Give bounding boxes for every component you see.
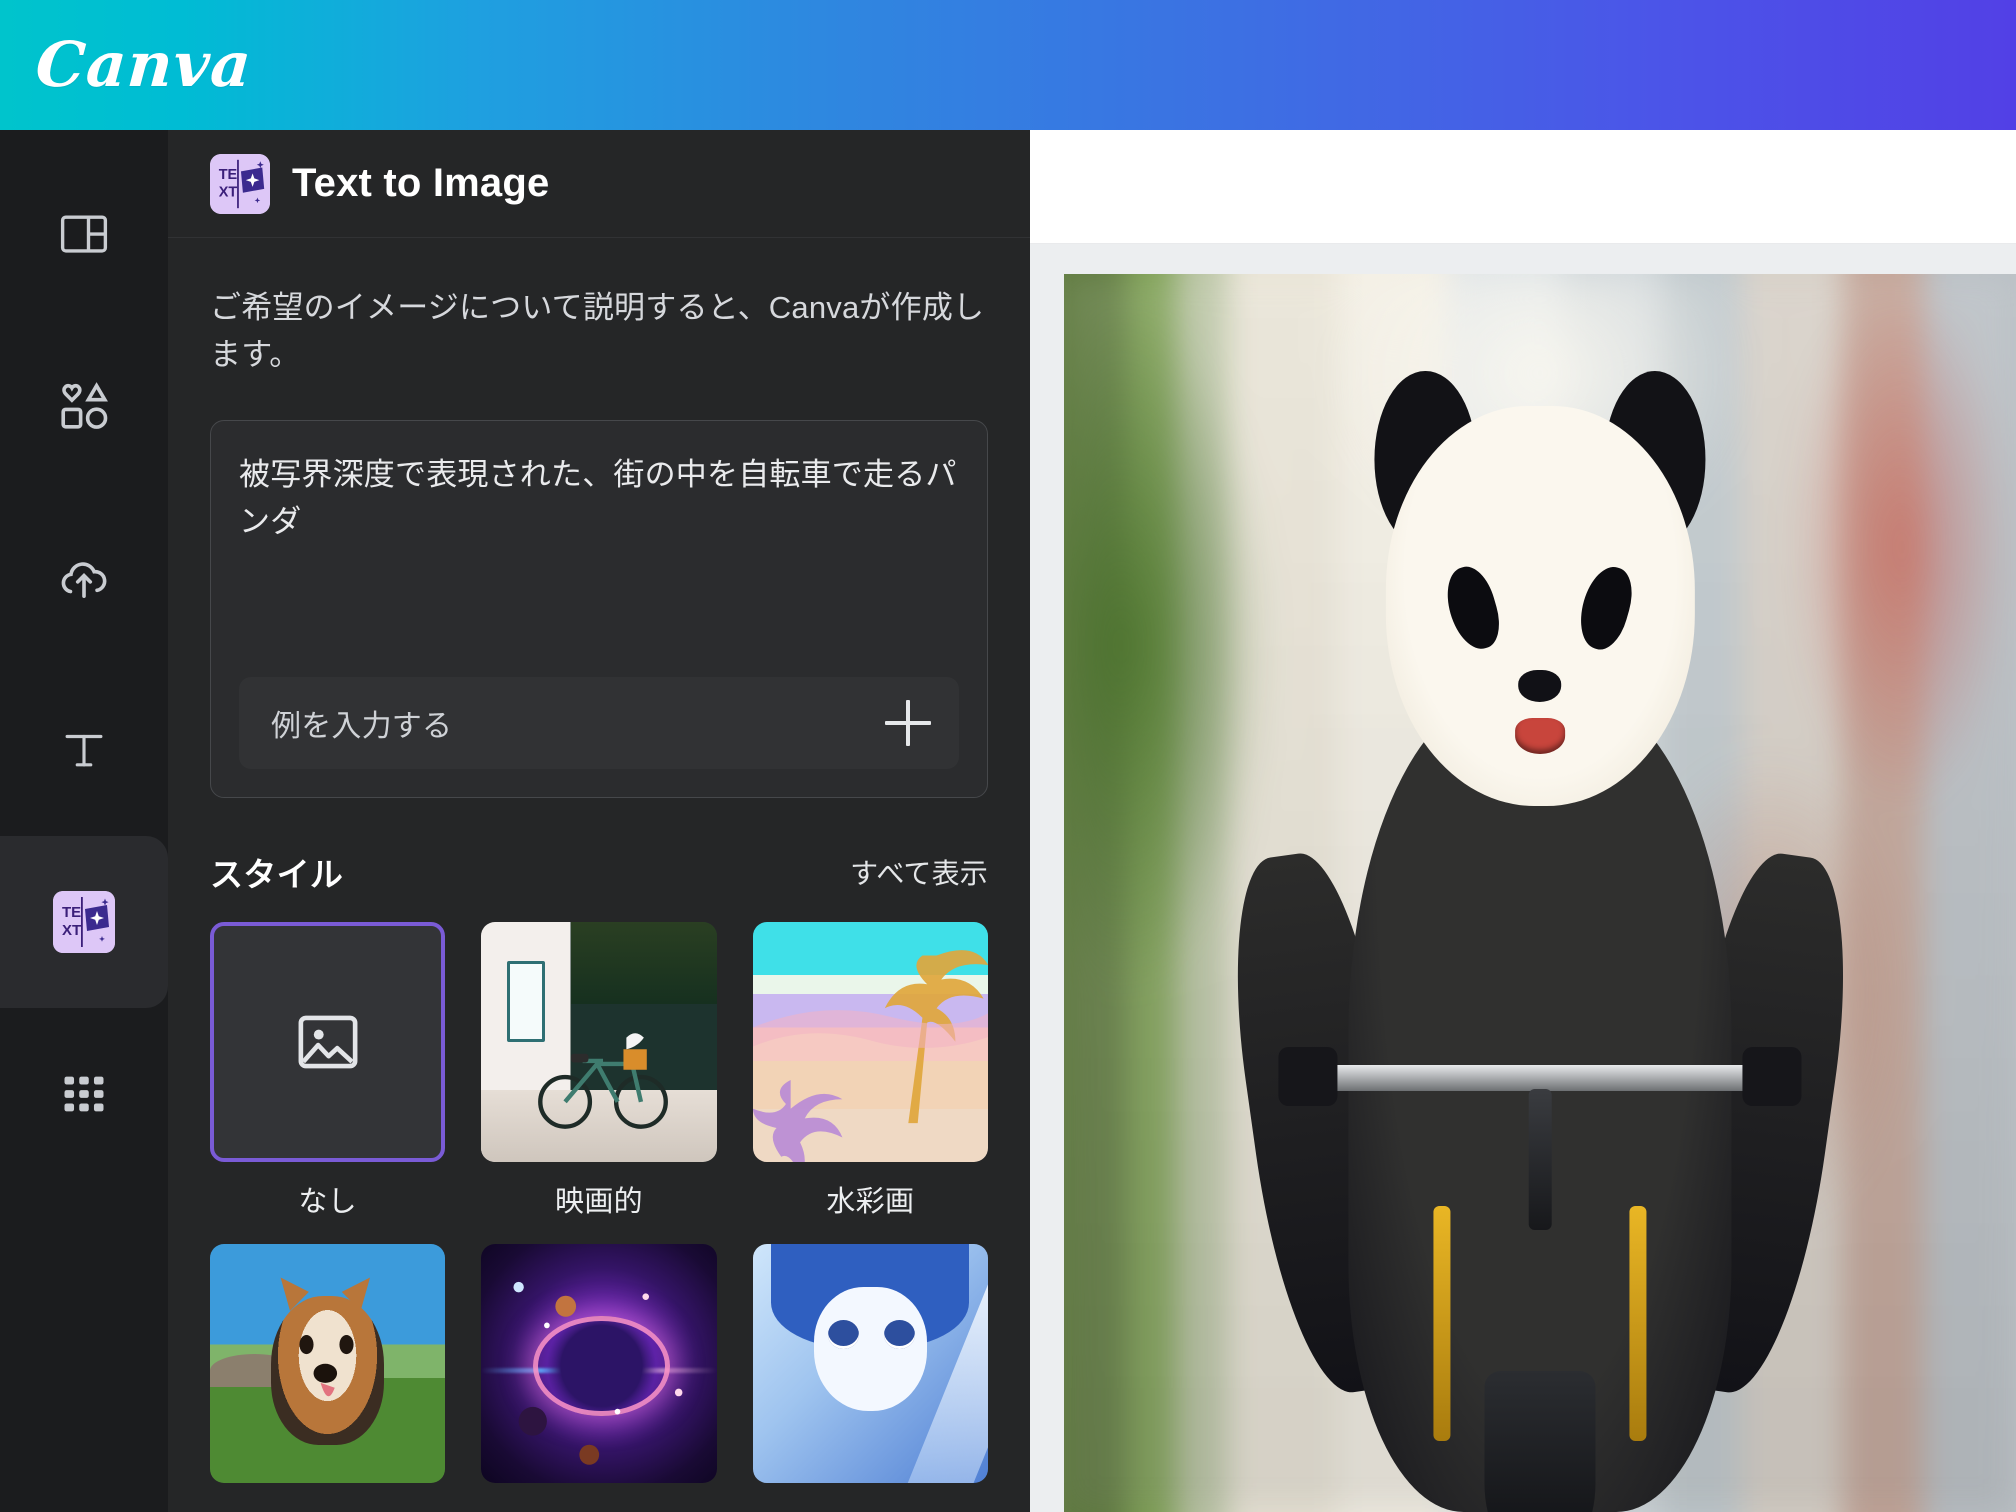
sidebar-item-text-to-image[interactable]: TE XT <box>0 836 168 1008</box>
page-title: Text to Image <box>292 161 550 205</box>
example-input-label: 例を入力する <box>271 710 453 744</box>
style-label: 水彩画 <box>826 1185 915 1218</box>
text-t-icon <box>53 719 115 781</box>
style-thumbnail[interactable] <box>481 1243 717 1484</box>
svg-text:TE: TE <box>219 167 238 183</box>
sidebar-item-uploads[interactable] <box>0 492 168 664</box>
style-option-anime[interactable] <box>752 1243 988 1512</box>
editor-body: TE XT TE XT Text to Image ご希望のイメージについて説明… <box>0 130 2016 1512</box>
bicycle-fork-left <box>1433 1206 1451 1442</box>
style-option-photo[interactable] <box>210 1243 446 1512</box>
face-shape <box>813 1286 927 1412</box>
eye-left <box>827 1320 859 1350</box>
panel-header: TE XT Text to Image <box>168 130 1030 238</box>
svg-text:XT: XT <box>62 922 81 939</box>
style-option-watercolor[interactable]: 水彩画 <box>752 922 988 1233</box>
stars-and-planets <box>513 1281 683 1465</box>
style-option-cosmic[interactable] <box>481 1243 717 1512</box>
bicycle-handlebar <box>1294 1065 1786 1091</box>
stage-canvas-area[interactable] <box>1030 244 2016 1512</box>
example-input-row[interactable]: 例を入力する <box>239 677 959 770</box>
text-to-image-icon: TE XT <box>53 891 115 953</box>
sidebar-item-elements[interactable] <box>0 320 168 492</box>
handlebar-grip-right <box>1742 1047 1802 1107</box>
canva-logo[interactable]: Canva <box>33 28 254 101</box>
panda-nose <box>1518 670 1562 703</box>
panel-description: ご希望のイメージについて説明すると、Canvaが作成します。 <box>210 290 985 373</box>
eye-right <box>884 1320 916 1350</box>
editor-stage <box>1030 130 2016 1512</box>
panel-scroll-area[interactable]: ご希望のイメージについて説明すると、Canvaが作成します。 被写界深度で表現さ… <box>168 238 1030 1512</box>
bicycle-front-wheel <box>1484 1370 1596 1512</box>
bicycle-illustration <box>538 1033 669 1129</box>
left-icon-rail: TE XT <box>0 130 168 1512</box>
style-thumbnail[interactable] <box>210 1243 446 1484</box>
style-label: なし <box>298 1185 357 1218</box>
panda-mouth <box>1515 718 1565 755</box>
bicycle-fork-right <box>1629 1206 1647 1442</box>
svg-text:TE: TE <box>62 904 81 921</box>
style-thumbnail[interactable] <box>752 1243 988 1484</box>
style-thumbnail[interactable] <box>481 922 717 1162</box>
layout-template-icon <box>53 203 115 265</box>
style-section-title: スタイル <box>210 856 344 894</box>
sidebar-item-text[interactable] <box>0 664 168 836</box>
artboard[interactable] <box>1064 274 2016 1512</box>
bicycle-stem <box>1528 1088 1552 1230</box>
handlebar-grip-left <box>1278 1047 1338 1107</box>
style-grid: なし 映画的 水彩画 <box>210 922 988 1512</box>
shapes-elements-icon <box>53 375 115 437</box>
panda-head <box>1385 406 1695 807</box>
style-option-none[interactable]: なし <box>210 922 446 1233</box>
cloud-upload-icon <box>53 547 115 609</box>
style-option-cinematic[interactable]: 映画的 <box>481 922 717 1233</box>
corgi-details <box>280 1277 371 1396</box>
style-section-header: スタイル すべて表示 <box>210 848 988 896</box>
prompt-input[interactable]: 被写界深度で表現された、街の中を自転車で走るパンダ <box>239 451 959 545</box>
plus-icon[interactable] <box>885 700 931 747</box>
apps-grid-icon <box>53 1063 115 1125</box>
palm-tree-illustration <box>752 950 988 1162</box>
prompt-spacer <box>239 545 959 677</box>
panda-eye-left <box>1439 561 1508 656</box>
svg-text:XT: XT <box>219 184 238 200</box>
sidebar-item-apps[interactable] <box>0 1008 168 1180</box>
show-all-styles-link[interactable]: すべて表示 <box>850 852 988 892</box>
prompt-box[interactable]: 被写界深度で表現された、街の中を自転車で走るパンダ 例を入力する <box>210 420 988 799</box>
style-label: 映画的 <box>555 1185 643 1218</box>
text-to-image-icon: TE XT <box>210 153 270 214</box>
canva-editor-window: Canva TE XT TE XT Text to Image ご希望のイメージ… <box>0 0 2016 1512</box>
top-brand-bar: Canva <box>0 0 2016 130</box>
sidebar-item-design[interactable] <box>0 148 168 320</box>
text-to-image-panel: TE XT Text to Image ご希望のイメージについて説明すると、Ca… <box>168 130 1030 1512</box>
stage-toolbar-strip[interactable] <box>1030 130 2016 244</box>
image-placeholder-icon <box>214 926 441 1157</box>
panda-eye-right <box>1572 561 1641 656</box>
style-thumbnail[interactable] <box>210 922 446 1162</box>
style-thumbnail[interactable] <box>752 922 988 1162</box>
panda-on-bicycle-illustration <box>1215 336 1865 1512</box>
